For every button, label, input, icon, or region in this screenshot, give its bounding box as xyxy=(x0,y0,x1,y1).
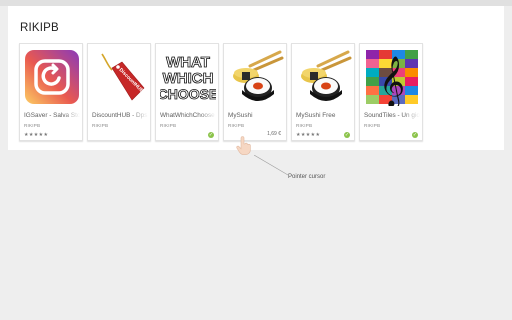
discount-tag-icon: DiscountHUB xyxy=(92,48,148,106)
instagram-saver-icon xyxy=(24,48,80,106)
installed-check-icon: ✓ xyxy=(208,132,214,138)
installed-check-icon: ✓ xyxy=(344,132,350,138)
app-card-row: IGSaver - Salva Storie RIKIPB ★★★★★ Disc… xyxy=(19,43,423,141)
app-card-mysushi-free[interactable]: MySushi Free RIKIPB ★★★★★ ✓ xyxy=(291,43,355,141)
sushi-icon xyxy=(296,48,352,106)
app-developer: RIKIPB xyxy=(24,123,41,128)
treble-clef-tiles-icon: 𝄞 xyxy=(364,48,420,106)
sushi-icon xyxy=(228,48,284,106)
logo-line: WHICH xyxy=(163,70,214,87)
app-developer: RIKIPB xyxy=(364,123,381,128)
app-title: MySushi Free xyxy=(296,112,336,119)
star-rating: ★★★★★ xyxy=(296,132,321,138)
app-card-discounthub[interactable]: DiscountHUB DiscountHUB - Dps RIKIPB xyxy=(87,43,151,141)
app-price: 1,69 € xyxy=(267,131,281,137)
app-developer: RIKIPB xyxy=(160,123,177,128)
app-card-mysushi[interactable]: MySushi RIKIPB 1,69 € xyxy=(223,43,287,141)
app-card-soundtiles[interactable]: 𝄞 SoundTiles - Un gioco RIKIPB ✓ xyxy=(359,43,423,141)
annotation-label: Pointer cursor xyxy=(288,174,326,180)
section-title: RIKIPB xyxy=(20,22,59,34)
app-developer: RIKIPB xyxy=(296,123,313,128)
app-title: IGSaver - Salva Storie xyxy=(24,112,80,119)
logo-line: CHOOSE xyxy=(160,86,216,102)
app-title: WhatWhichChoose xyxy=(160,112,215,119)
app-card-whatwhichchoose[interactable]: WHAT WHICH CHOOSE WhatWhichChoose RIKIPB… xyxy=(155,43,219,141)
logo-line: WHAT xyxy=(166,54,210,71)
app-title: SoundTiles - Un gioco xyxy=(364,112,420,119)
app-developer: RIKIPB xyxy=(228,123,245,128)
app-title: MySushi xyxy=(228,112,253,119)
what-which-choose-logo: WHAT WHICH CHOOSE xyxy=(160,48,216,106)
star-rating: ★★★★★ xyxy=(24,132,49,138)
hand-pointer-cursor-icon xyxy=(236,136,252,161)
app-title: DiscountHUB - Dps xyxy=(92,112,148,119)
app-card-igsaver[interactable]: IGSaver - Salva Storie RIKIPB ★★★★★ xyxy=(19,43,83,141)
installed-check-icon: ✓ xyxy=(412,132,418,138)
svg-text:𝄞: 𝄞 xyxy=(379,56,405,106)
app-developer: RIKIPB xyxy=(92,123,109,128)
